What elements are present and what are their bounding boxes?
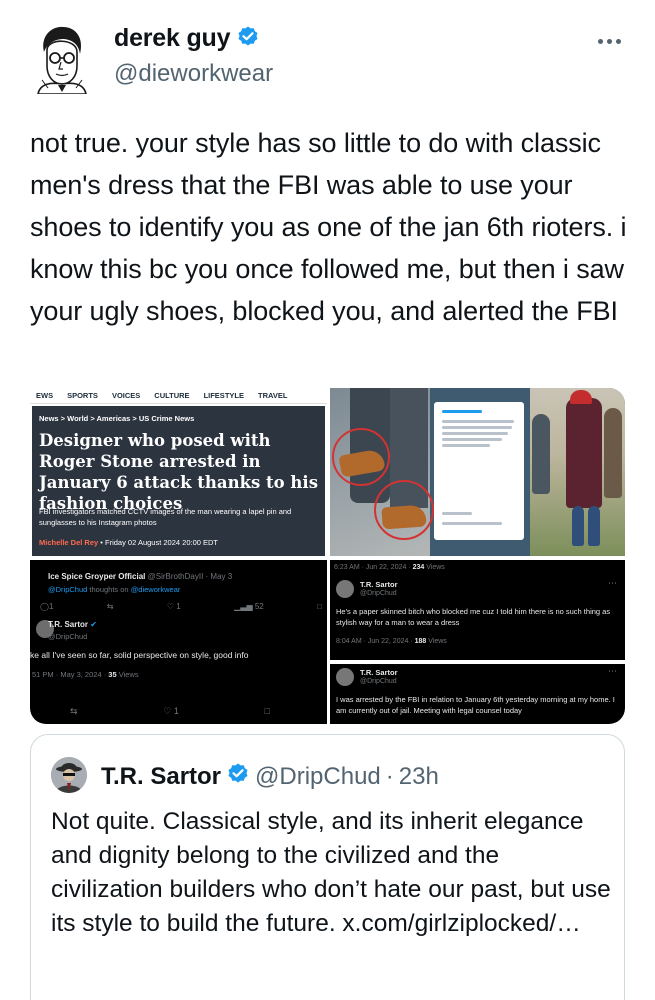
- tweet-media[interactable]: EWS SPORTS VOICES CULTURE LIFESTYLE TRAV…: [30, 388, 625, 724]
- thread-tweet1-actions: ◯1 ⇆ ♡ 1 ▁▃▅ 52 □: [40, 602, 322, 611]
- news-nav-bar: EWS SPORTS VOICES CULTURE LIFESTYLE TRAV…: [30, 388, 327, 404]
- reply-screenshot-1: 6:23 AM · Jun 22, 2024 · 234 Views T.R. …: [330, 560, 625, 660]
- news-date: • Friday 02 August 2024 20:00 EDT: [100, 538, 218, 547]
- reply1-time: 8:04 AM · Jun 22, 2024 · 188 Views: [336, 638, 447, 645]
- quote-separator: ·: [385, 762, 394, 790]
- quote-display-name[interactable]: T.R. Sartor: [101, 763, 221, 791]
- retweet-icon: ⇆: [106, 602, 114, 611]
- more-options-icon: ⋯: [608, 578, 617, 588]
- news-byline: Michelle Del Rey • Friday 02 August 2024…: [39, 538, 218, 547]
- quote-author-avatar[interactable]: [51, 757, 87, 793]
- author-display-name[interactable]: derek guy: [114, 24, 231, 53]
- quote-text: Not quite. Classical style, and its inhe…: [51, 808, 611, 937]
- author-name-row: derek guy: [114, 24, 260, 53]
- news-nav-item: EWS: [36, 391, 54, 400]
- verified-badge-icon: ✔: [90, 620, 97, 629]
- thread-tweet2-time: 51 PM · May 3, 2024 · 35 Views: [32, 670, 139, 679]
- more-options-icon[interactable]: [594, 32, 624, 50]
- thread-tweet2-handle: @DripChud: [48, 632, 88, 641]
- reply2-name: T.R. Sartor: [360, 668, 398, 677]
- sidewalk-photo: [330, 388, 434, 556]
- thread-screenshot: Ice Spice Groyper Official @SirBrothDayI…: [30, 560, 327, 724]
- news-article-body: News > World > Americas > US Crime News …: [32, 406, 325, 556]
- reply1-top-time: 6:23 AM · Jun 22, 2024 · 234 Views: [334, 564, 445, 571]
- reply2-handle: @DripChud: [360, 678, 397, 685]
- quote-author-row: T.R. Sartor @DripChud · 23h: [101, 761, 439, 792]
- news-article-image: EWS SPORTS VOICES CULTURE LIFESTYLE TRAV…: [30, 388, 327, 556]
- quote-handle[interactable]: @DripChud: [255, 763, 381, 791]
- author-handle[interactable]: @dieworkwear: [114, 60, 273, 88]
- news-breadcrumb: News > World > Americas > US Crime News: [39, 414, 195, 423]
- news-headline: Designer who posed with Roger Stone arre…: [39, 431, 318, 513]
- news-standfirst: FBI investigators matched CCTV images of…: [39, 507, 292, 527]
- thread-tweet1-text: @DripChud thoughts on @dieworkwear: [48, 585, 181, 594]
- thread-tweet2-actions: ⇆ ♡ 1 □: [70, 706, 270, 717]
- reply1-handle: @DripChud: [360, 590, 397, 597]
- reply1-avatar: [336, 580, 354, 598]
- reply1-text: He's a paper skinned bitch who blocked m…: [336, 607, 611, 627]
- verified-badge-icon: [236, 24, 260, 53]
- highlight-circle: [332, 428, 390, 486]
- quoted-tweet-card[interactable]: T.R. Sartor @DripChud · 23h Not quite. C…: [30, 734, 625, 1000]
- reply2-avatar: [336, 668, 354, 686]
- news-nav-item: TRAVEL: [257, 391, 288, 400]
- reply1-name: T.R. Sartor: [360, 580, 398, 589]
- thread-tweet1-name: Ice Spice Groyper Official @SirBrothDayI…: [48, 572, 233, 581]
- like-icon: ♡ 1: [163, 706, 179, 716]
- thread-tweet2-text: ke all I've seen so far, solid perspecti…: [30, 650, 249, 660]
- tweet-text: not true. your style has so little to do…: [30, 128, 627, 326]
- news-nav-item: SPORTS: [67, 391, 98, 400]
- retweet-icon: ⇆: [70, 706, 78, 716]
- reply2-text: I was arrested by the FBI in relation to…: [336, 695, 615, 715]
- bookmark-icon: □: [264, 706, 270, 716]
- verified-badge-icon: [226, 761, 250, 792]
- like-icon: ♡ 1: [166, 602, 181, 611]
- reply-icon: ◯1: [40, 602, 54, 611]
- evidence-photo-collage: [330, 388, 625, 556]
- news-author: Michelle Del Rey: [39, 538, 99, 547]
- phone-screenshot: [434, 402, 524, 540]
- more-options-icon: ⋯: [608, 666, 617, 676]
- news-nav-item: CULTURE: [154, 391, 190, 400]
- bookmark-icon: □: [317, 602, 322, 611]
- crowd-photo: [530, 388, 625, 556]
- highlight-circle: [374, 480, 434, 540]
- news-nav-item: LIFESTYLE: [203, 391, 244, 400]
- quote-time: 23h: [398, 762, 439, 790]
- thread-tweet2-name: T.R. Sartor ✔: [48, 620, 97, 629]
- views-icon: ▁▃▅ 52: [234, 602, 264, 611]
- news-nav-item: VOICES: [111, 391, 141, 400]
- reply-screenshot-2: T.R. Sartor @DripChud ⋯ I was arrested b…: [330, 664, 625, 724]
- tweet-header: derek guy @dieworkwear: [0, 0, 655, 110]
- author-avatar[interactable]: [30, 22, 92, 95]
